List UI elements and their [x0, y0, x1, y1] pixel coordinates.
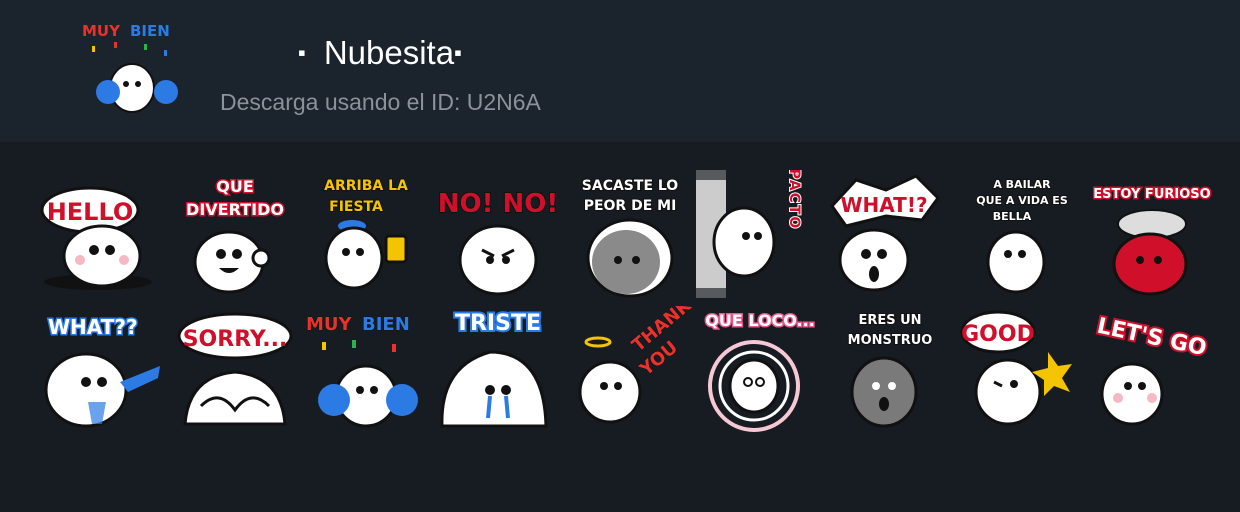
sticker-hello[interactable]: HELLO [36, 170, 164, 298]
sticker-a-bailar[interactable]: A BAILAR QUE A VIDA ES BELLA [958, 170, 1086, 298]
sticker-caption: MONSTRUO [848, 333, 933, 348]
beer-mug-icon [384, 234, 408, 264]
sticker-que-loco[interactable]: QUE LOCO... [696, 306, 824, 434]
sticker-caption: BIEN [362, 314, 410, 335]
sticker-caption: QUE LOCO... [705, 311, 815, 330]
confetti-icon [392, 344, 396, 352]
sticker-caption: ERES UN [858, 313, 921, 328]
sticker-what-question[interactable]: WHAT?? [36, 306, 164, 434]
confetti-icon [114, 42, 117, 48]
sticker-caption: LET'S GO [1095, 314, 1209, 362]
sticker-eres-un-monstruo[interactable]: ERES UN MONSTRUO [826, 306, 954, 434]
sticker-caption: MUY [306, 314, 353, 335]
sticker-row: HELLO QUE DIVERTIDO ARRIBA LA FIESTA NO!… [36, 170, 1216, 298]
confetti-icon [322, 342, 326, 350]
sticker-caption: SORRY... [183, 327, 288, 352]
sticker-triste[interactable]: TRISTE [434, 306, 562, 434]
sticker-que-divertido[interactable]: QUE DIVERTIDO [171, 170, 299, 298]
pack-id-text: Descarga usando el ID: U2N6A [220, 89, 541, 115]
sticker-caption: TRISTE [455, 311, 541, 336]
sticker-caption: IMPACTO [786, 170, 802, 230]
title-suffix-bullet: ▪ [454, 40, 462, 65]
sticker-caption: FIESTA [329, 199, 383, 215]
sticker-caption: WHAT?? [48, 315, 138, 339]
pack-avatar-sticker[interactable]: MUY BIEN [78, 16, 186, 124]
sticker-thank-you[interactable]: THANK YOU [566, 306, 694, 434]
sticker-no-no[interactable]: NO! NO! [434, 170, 562, 298]
sticker-arriba-la-fiesta[interactable]: ARRIBA LA FIESTA [302, 170, 430, 298]
sticker-caption: QUE A VIDA ES [976, 194, 1068, 207]
sticker-caption: ARRIBA LA [324, 178, 408, 194]
sticker-sorry[interactable]: SORRY... [171, 306, 299, 434]
sticker-muy-bien[interactable]: MUY BIEN [302, 306, 430, 434]
sticker-caption: BELLA [993, 210, 1032, 223]
sticker-good[interactable]: GOOD [958, 306, 1086, 434]
pack-header: MUY BIEN ▪ Nubesita▪ Descarga usando el I… [0, 0, 1240, 142]
pompom-icon [96, 80, 120, 104]
confetti-icon [164, 50, 167, 56]
sticker-caption: WHAT!? [840, 193, 927, 217]
sticker-caption: HELLO [47, 198, 134, 226]
sticker-caption: A BAILAR [993, 178, 1051, 191]
confetti-icon [352, 340, 356, 348]
sticker-estoy-furioso[interactable]: ESTOY FURIOSO [1088, 170, 1216, 298]
sticker-caption: PEOR DE MI [584, 198, 677, 214]
sticker-impacto[interactable]: IMPACTO [696, 170, 824, 298]
eye-icon [123, 81, 129, 87]
sticker-caption: NO! NO! [438, 189, 559, 219]
sticker-caption: SACASTE LO [582, 178, 679, 194]
sticker-caption: QUE [216, 177, 254, 196]
sticker-sacaste-lo-peor-de-mi[interactable]: SACASTE LO PEOR DE MI [566, 170, 694, 298]
sticker-caption: DIVERTIDO [186, 200, 284, 219]
sticker-what-exclaim[interactable]: WHAT!? [826, 170, 954, 298]
avatar-text-bien: BIEN [130, 22, 170, 40]
pompom-icon [386, 384, 418, 416]
halo-icon [584, 336, 612, 348]
title-text: Nubesita [323, 34, 455, 71]
pompom-icon [318, 384, 350, 416]
sticker-row: WHAT?? SORRY... MUY BIEN TRISTE THANK YO… [36, 306, 1216, 434]
eye-icon [135, 81, 141, 87]
confetti-icon [92, 46, 95, 52]
title-prefix-bullet: ▪ [298, 40, 306, 65]
pack-title: ▪ Nubesita▪ [298, 33, 462, 73]
sticker-lets-go[interactable]: LET'S GO [1088, 306, 1216, 434]
sticker-caption: ESTOY FURIOSO [1093, 187, 1210, 202]
pompom-icon [154, 80, 178, 104]
avatar-text-muy: MUY [82, 22, 121, 40]
sticker-caption: GOOD [961, 322, 1035, 347]
confetti-icon [144, 44, 147, 50]
